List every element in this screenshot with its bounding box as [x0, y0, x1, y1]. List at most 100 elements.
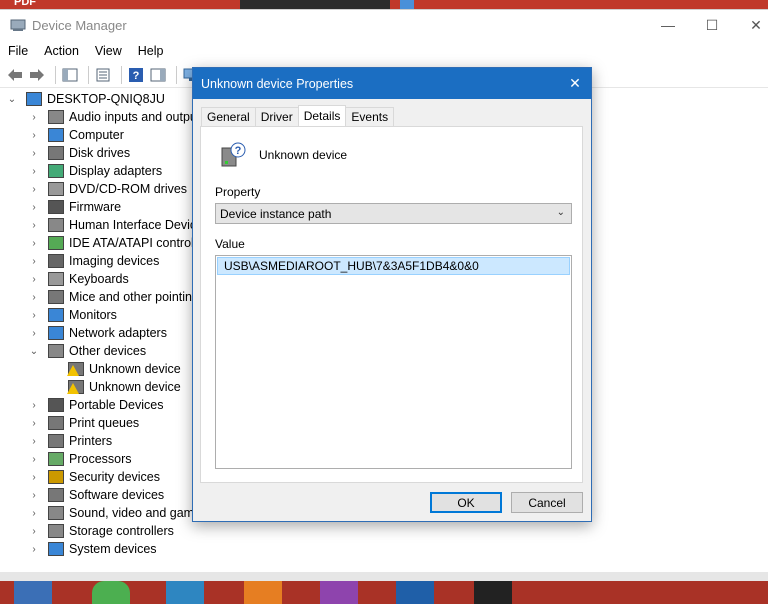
tree-item[interactable]: › System devices — [0, 540, 768, 558]
minimize-button[interactable]: — — [646, 10, 690, 40]
show-hide-console-tree-button[interactable] — [61, 66, 79, 84]
chevron-right-icon[interactable]: › — [28, 435, 40, 447]
action-pane-icon — [150, 68, 166, 81]
chevron-right-icon[interactable]: › — [28, 453, 40, 465]
chevron-down-icon[interactable]: ⌄ — [6, 93, 18, 105]
device-manager-icon — [10, 19, 26, 31]
taskbar-app-icon[interactable] — [244, 581, 282, 604]
value-list-item[interactable]: USB\ASMEDIAROOT_HUB\7&3A5F1DB4&0&0 — [217, 257, 570, 275]
menu-action[interactable]: Action — [44, 44, 79, 58]
properties-button[interactable] — [94, 66, 112, 84]
tree-item-label: Computer — [69, 128, 124, 142]
forward-button[interactable] — [28, 66, 46, 84]
unknown-device-icon: ? — [221, 142, 246, 167]
tab-driver[interactable]: Driver — [254, 107, 299, 126]
chrome-taskbar-icon[interactable] — [92, 581, 130, 604]
chevron-right-icon[interactable]: › — [28, 147, 40, 159]
taskbar-app-icon[interactable] — [320, 581, 358, 604]
chevron-right-icon[interactable]: › — [28, 183, 40, 195]
printer-icon — [48, 434, 64, 448]
window-title: Device Manager — [32, 17, 127, 33]
chevron-right-icon[interactable]: › — [28, 309, 40, 321]
tree-item-label: Imaging devices — [69, 254, 160, 268]
chevron-right-icon[interactable]: › — [28, 543, 40, 555]
svg-text:?: ? — [133, 70, 140, 82]
chevron-right-icon[interactable]: › — [28, 237, 40, 249]
chevron-right-icon[interactable]: › — [28, 525, 40, 537]
tree-item-label: Software devices — [69, 488, 165, 502]
unknown-device-icon — [67, 380, 84, 394]
portable-device-icon — [48, 398, 64, 412]
tree-item[interactable]: › Storage controllers — [0, 522, 768, 540]
processor-icon — [48, 452, 64, 466]
taskbar-app-icon[interactable] — [474, 581, 512, 604]
chevron-right-icon[interactable]: › — [28, 471, 40, 483]
properties-dialog: Unknown device Properties ✕ General Driv… — [192, 67, 592, 522]
maximize-icon: ☐ — [705, 16, 719, 33]
property-selected-value: Device instance path — [220, 206, 332, 221]
desktop-window-strip — [240, 0, 390, 9]
chevron-right-icon[interactable]: › — [28, 165, 40, 177]
chevron-right-icon[interactable]: › — [28, 507, 40, 519]
tree-item-label: Audio inputs and outpu — [69, 110, 197, 124]
taskbar-app-icon[interactable] — [166, 581, 204, 604]
maximize-button[interactable]: ☐ — [690, 10, 734, 40]
tree-item-label: Print queues — [69, 416, 140, 430]
action-pane-button[interactable] — [149, 66, 167, 84]
console-tree-icon — [62, 68, 78, 81]
chevron-right-icon[interactable]: › — [28, 111, 40, 123]
close-window-button[interactable]: ✕ — [734, 10, 768, 40]
computer-icon — [26, 92, 42, 106]
warning-icon — [67, 365, 79, 376]
chevron-right-icon[interactable]: › — [28, 273, 40, 285]
chevron-right-icon[interactable]: › — [28, 291, 40, 303]
taskbar-app-icon[interactable] — [14, 581, 52, 604]
system-device-icon — [48, 542, 64, 556]
toolbar-separator — [55, 65, 56, 84]
tree-item-label: Security devices — [69, 470, 161, 484]
chevron-right-icon[interactable]: › — [28, 129, 40, 141]
tab-general[interactable]: General — [201, 107, 256, 126]
chevron-right-icon[interactable]: › — [28, 255, 40, 267]
value-list[interactable]: USB\ASMEDIAROOT_HUB\7&3A5F1DB4&0&0 — [215, 255, 572, 469]
arrow-left-icon — [8, 68, 22, 81]
tab-events[interactable]: Events — [345, 107, 395, 126]
cancel-button[interactable]: Cancel — [511, 492, 583, 513]
toolbar-separator — [176, 65, 177, 84]
chevron-right-icon[interactable]: › — [28, 219, 40, 231]
tree-item-label: Processors — [69, 452, 132, 466]
chevron-down-icon[interactable]: ⌄ — [28, 345, 40, 357]
dialog-close-button[interactable]: ✕ — [559, 68, 591, 99]
minimize-icon: — — [661, 17, 675, 33]
back-button[interactable] — [6, 66, 24, 84]
warning-icon — [67, 383, 79, 394]
ok-button[interactable]: OK — [430, 492, 502, 513]
tab-details[interactable]: Details — [297, 105, 347, 126]
hid-icon — [48, 218, 64, 232]
chevron-right-icon[interactable]: › — [28, 489, 40, 501]
chevron-right-icon[interactable]: › — [28, 201, 40, 213]
dialog-title-bar[interactable]: Unknown device Properties ✕ — [193, 68, 591, 99]
svg-text:?: ? — [235, 145, 242, 157]
camera-icon — [48, 254, 64, 268]
property-dropdown[interactable]: Device instance path ⌄ — [215, 203, 572, 224]
disk-drive-icon — [48, 146, 64, 160]
intel-taskbar-icon[interactable] — [396, 581, 434, 604]
toolbar-separator — [121, 65, 122, 84]
close-icon: ✕ — [569, 75, 581, 91]
unknown-device-icon — [67, 362, 84, 376]
chevron-right-icon[interactable]: › — [28, 417, 40, 429]
chevron-right-icon[interactable]: › — [28, 399, 40, 411]
window-title-bar[interactable]: Device Manager — ☐ ✕ — [0, 10, 768, 40]
menu-help[interactable]: Help — [138, 44, 164, 58]
chevron-right-icon[interactable]: › — [28, 327, 40, 339]
tree-item-label: Human Interface Device — [69, 218, 204, 232]
menu-bar: File Action View Help — [0, 40, 768, 62]
security-device-icon — [48, 470, 64, 484]
menu-file[interactable]: File — [8, 44, 28, 58]
help-button[interactable]: ? — [127, 66, 145, 84]
mouse-icon — [48, 290, 64, 304]
menu-view[interactable]: View — [95, 44, 122, 58]
desktop-icon-strip — [400, 0, 414, 9]
